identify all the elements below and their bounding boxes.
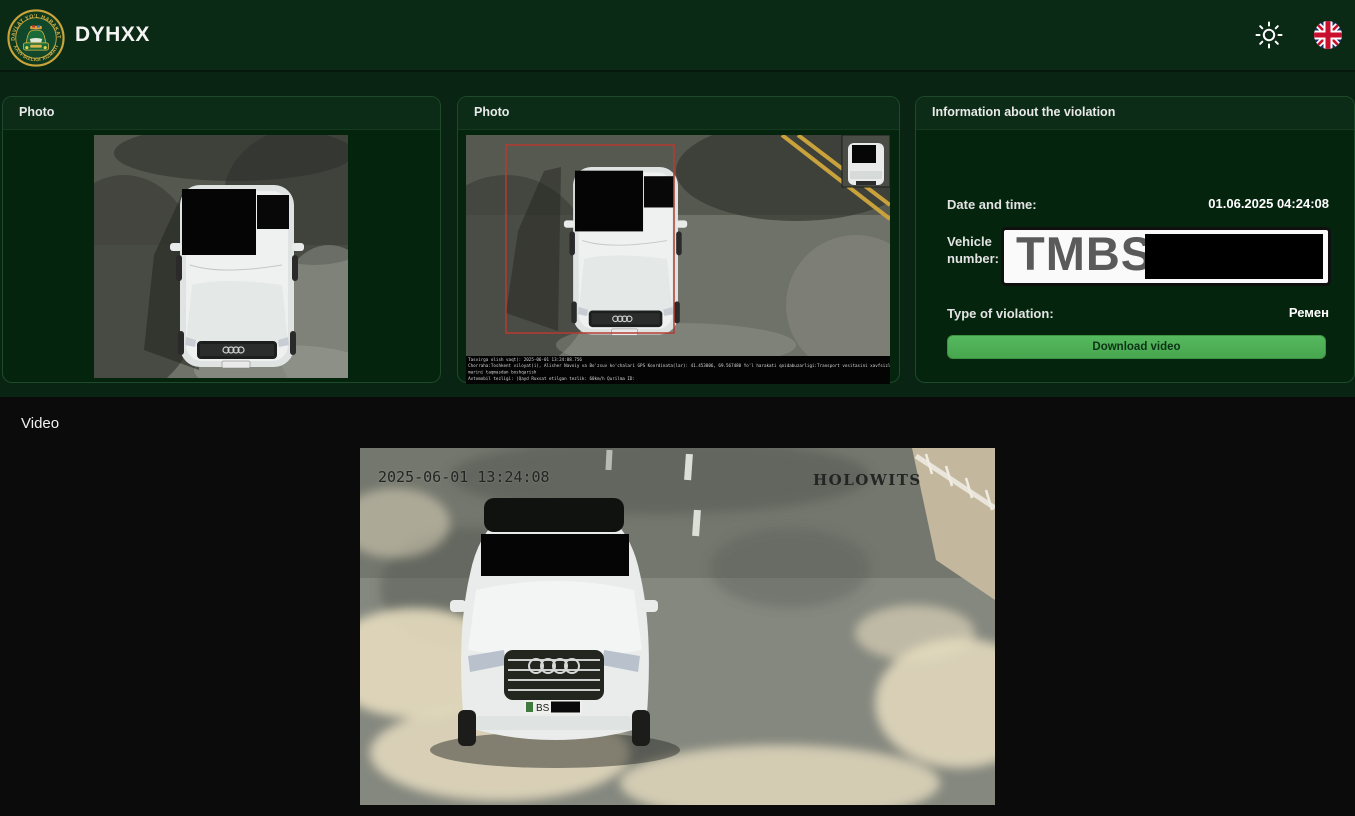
license-plate-image: TMBS: [1001, 227, 1331, 286]
video-section: Video BS 2025-06-01 13:24:08 HOLOWITS: [0, 397, 1355, 816]
metadata-line: Avtomobil tezligi: (Qayd Ruxsat etilgan …: [468, 376, 635, 382]
plate-text: TMBS: [1016, 227, 1154, 280]
violation-type-label: Type of violation:: [947, 306, 1054, 321]
redaction-box-large: [574, 170, 644, 232]
violation-type-value: Ремен: [1288, 305, 1329, 320]
theme-toggle-button[interactable]: [1254, 20, 1284, 50]
date-time-label: Date and time:: [947, 197, 1037, 212]
violation-info-panel: Information about the violation Date and…: [915, 96, 1355, 383]
uk-flag-icon: [1314, 21, 1342, 49]
photo-right-scene: [466, 135, 890, 356]
photo-left-scene: [94, 135, 348, 378]
photo-panel-right: Photo Tasvirga olish vaqt(: 2025-06-01 1…: [457, 96, 900, 384]
photo-panel-left: Photo: [2, 96, 441, 383]
video-section-title: Video: [21, 415, 60, 432]
redaction-box-large: [182, 189, 256, 255]
app-header: DAVLAT YO'L HARAKATI XAVFSIZLIGI XIZMATI: [0, 0, 1355, 72]
video-license-plate: BS: [524, 700, 582, 714]
svg-text:BS: BS: [536, 703, 550, 714]
video-timestamp-overlay: 2025-06-01 13:24:08: [378, 468, 550, 486]
sun-icon: [1255, 21, 1283, 49]
video-frame-scene: BS: [325, 438, 1045, 816]
date-time-value: 01.06.2025 04:24:08: [1208, 196, 1329, 211]
redaction-box-plate: [551, 701, 580, 713]
car-top-view: [170, 185, 304, 369]
violation-photo-left[interactable]: [94, 135, 348, 378]
language-switcher-button[interactable]: [1314, 21, 1342, 49]
panel-title: Photo: [3, 97, 440, 130]
redaction-box-small: [643, 176, 674, 208]
video-watermark: HOLOWITS: [813, 471, 922, 489]
download-video-button[interactable]: Download video: [947, 335, 1326, 359]
app-title: DYHXX: [75, 23, 150, 46]
agency-logo-badge: DAVLAT YO'L HARAKATI XAVFSIZLIGI XIZMATI: [7, 9, 65, 67]
top-area: DAVLAT YO'L HARAKATI XAVFSIZLIGI XIZMATI: [0, 0, 1355, 397]
photo-metadata-strip: Tasvirga olish vaqt(: 2025-06-01 13:24:0…: [466, 356, 890, 384]
panel-title: Photo: [458, 97, 899, 130]
violation-photo-right[interactable]: Tasvirga olish vaqt(: 2025-06-01 13:24:0…: [466, 135, 890, 384]
inset-thumbnail: [841, 135, 890, 188]
redaction-box-windshield: [481, 534, 629, 576]
redaction-box-small: [257, 195, 289, 229]
violation-page: DAVLAT YO'L HARAKATI XAVFSIZLIGI XIZMATI: [0, 0, 1355, 816]
car-top-view: [563, 167, 688, 336]
plate-redaction-box: [1145, 234, 1323, 279]
video-player[interactable]: BS 2025-06-01 13:24:08 HOLOWITS: [325, 438, 1045, 816]
vehicle-number-label: Vehicle number:: [947, 234, 999, 266]
panel-title: Information about the violation: [916, 97, 1354, 130]
